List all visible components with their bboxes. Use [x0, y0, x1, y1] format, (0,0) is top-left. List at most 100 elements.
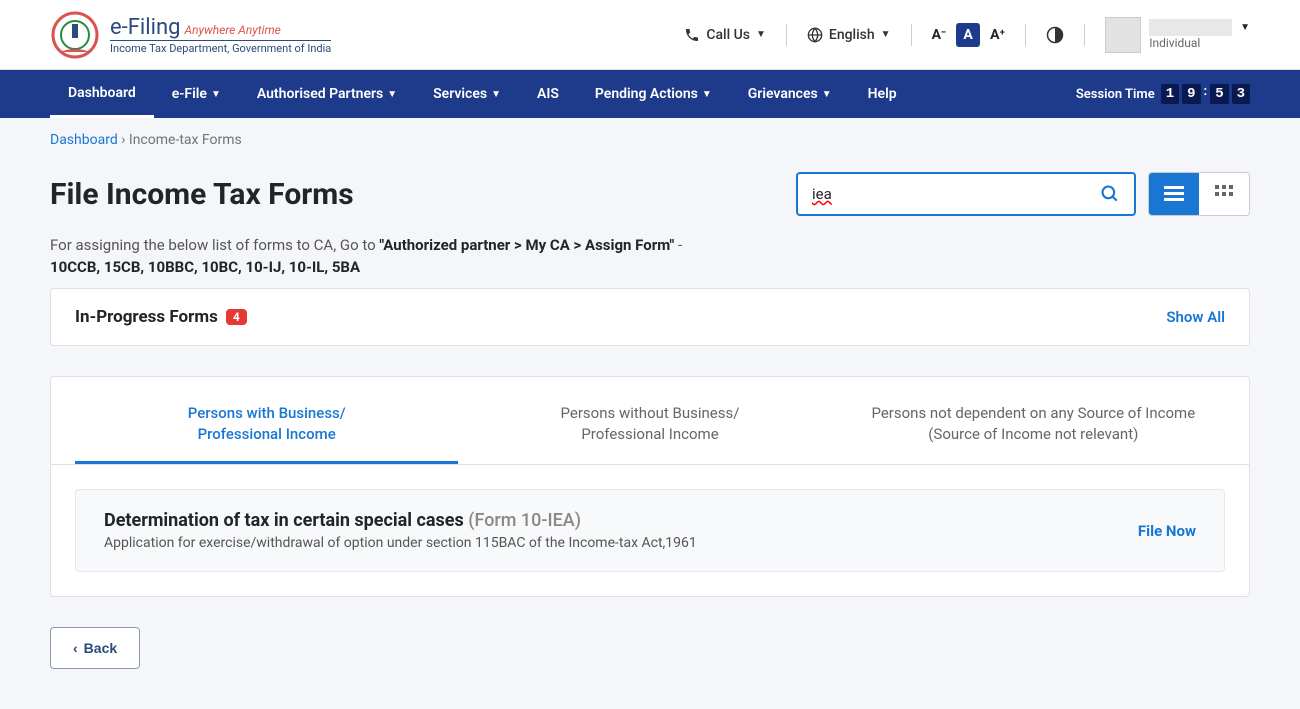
- nav-help[interactable]: Help: [850, 70, 915, 118]
- chevron-down-icon: ▼: [756, 29, 766, 40]
- chevron-down-icon: ▼: [881, 29, 891, 40]
- tab-label-line: Persons not dependent on any Source of I…: [852, 403, 1215, 424]
- main-nav: Dashboard e-File ▼ Authorised Partners ▼ S…: [0, 70, 1300, 118]
- tab-business[interactable]: Persons with Business/ Professional Inco…: [75, 387, 458, 464]
- session-digit: 9: [1182, 84, 1200, 104]
- tab-without-business[interactable]: Persons without Business/ Professional I…: [458, 387, 841, 464]
- nav-grievances[interactable]: Grievances ▼: [730, 70, 850, 118]
- list-view-button[interactable]: [1149, 173, 1199, 215]
- call-us-dropdown[interactable]: Call Us ▼: [684, 27, 766, 43]
- globe-icon: [807, 27, 823, 43]
- session-digit: 5: [1210, 84, 1228, 104]
- back-button[interactable]: ‹ Back: [50, 627, 140, 669]
- view-toggle: [1148, 172, 1250, 216]
- language-label: English: [829, 27, 875, 43]
- breadcrumb-sep: ›: [121, 132, 129, 148]
- inprogress-card: In-Progress Forms 4 Show All: [50, 288, 1250, 346]
- avatar: [1105, 17, 1141, 53]
- forms-card: Persons with Business/ Professional Inco…: [50, 376, 1250, 597]
- page-body: File Income Tax Forms iea For assigning …: [0, 172, 1300, 709]
- call-us-label: Call Us: [706, 27, 750, 43]
- grid-view-button[interactable]: [1199, 173, 1249, 215]
- user-type: Individual: [1149, 36, 1250, 50]
- search-box[interactable]: iea: [796, 172, 1136, 216]
- assign-note-suffix: -: [674, 236, 682, 254]
- list-icon: [1164, 186, 1184, 202]
- session-digit: 1: [1161, 84, 1179, 104]
- nav-label: Services: [433, 86, 487, 102]
- session-time: Session Time 1 9 : 5 3: [1076, 70, 1250, 118]
- inprogress-label: In-Progress Forms: [75, 307, 218, 327]
- nav-authorised-partners[interactable]: Authorised Partners ▼: [239, 70, 415, 118]
- nav-dashboard[interactable]: Dashboard: [50, 70, 154, 118]
- nav-label: e-File: [172, 86, 207, 102]
- inprogress-badge: 4: [226, 309, 247, 325]
- tab-label-line: (Source of Income not relevant): [852, 424, 1215, 445]
- chevron-down-icon: ▼: [822, 89, 832, 100]
- divider: [786, 24, 787, 46]
- form-title-text: Determination of tax in certain special …: [104, 510, 464, 531]
- title-row: File Income Tax Forms iea: [50, 172, 1250, 216]
- brand-text: e-Filing Anywhere Anytime Income Tax Dep…: [110, 15, 331, 55]
- nav-services[interactable]: Services ▼: [415, 70, 519, 118]
- form-codes: 10CCB, 15CB, 10BBC, 10BC, 10-IJ, 10-IL, …: [50, 258, 1250, 276]
- assign-note-prefix: For assigning the below list of forms to…: [50, 236, 379, 254]
- nav-label: Grievances: [748, 86, 818, 102]
- divider: [1025, 24, 1026, 46]
- chevron-down-icon: ▼: [387, 89, 397, 100]
- nav-label: Authorised Partners: [257, 86, 383, 102]
- search-and-view: iea: [796, 172, 1250, 216]
- show-all-link[interactable]: Show All: [1166, 308, 1225, 326]
- search-input-display: iea: [812, 185, 1100, 203]
- chevron-down-icon: ▼: [1240, 22, 1250, 33]
- breadcrumb-current: Income-tax Forms: [129, 132, 242, 148]
- inprogress-label-wrap: In-Progress Forms 4: [75, 307, 247, 327]
- emblem-icon: [50, 10, 100, 60]
- user-menu[interactable]: . ▼ Individual: [1105, 17, 1250, 53]
- nav-label: Pending Actions: [595, 86, 698, 102]
- chevron-down-icon: ▼: [702, 89, 712, 100]
- chevron-down-icon: ▼: [211, 89, 221, 100]
- chevron-left-icon: ‹: [73, 640, 78, 656]
- tab-label-line: Professional Income: [85, 424, 448, 445]
- contrast-icon[interactable]: [1046, 26, 1064, 44]
- font-normal[interactable]: A: [956, 23, 980, 47]
- phone-icon: [684, 27, 700, 43]
- grid-icon: [1215, 185, 1233, 203]
- session-colon: :: [1204, 84, 1208, 104]
- assign-note-bold: "Authorized partner > My CA > Assign For…: [379, 236, 674, 254]
- font-size-controls: A⁻ A A⁺: [932, 23, 1006, 47]
- tab-label-line: Professional Income: [468, 424, 831, 445]
- form-name: (Form 10-IEA): [468, 510, 581, 531]
- nav-efile[interactable]: e-File ▼: [154, 70, 239, 118]
- brand-sub: Income Tax Department, Government of Ind…: [110, 40, 331, 55]
- language-dropdown[interactable]: English ▼: [807, 27, 891, 43]
- session-label: Session Time: [1076, 87, 1155, 102]
- nav-ais[interactable]: AIS: [519, 70, 577, 118]
- form-title: Determination of tax in certain special …: [104, 510, 697, 531]
- session-digit: 3: [1232, 84, 1250, 104]
- divider: [911, 24, 912, 46]
- topbar: e-Filing Anywhere Anytime Income Tax Dep…: [0, 0, 1300, 70]
- tab-no-source[interactable]: Persons not dependent on any Source of I…: [842, 387, 1225, 464]
- brand-efiling: e-Filing: [110, 15, 180, 40]
- tab-label-line: Persons with Business/: [85, 403, 448, 424]
- divider: [1084, 24, 1085, 46]
- font-increase[interactable]: A⁺: [990, 27, 1005, 43]
- form-desc: Application for exercise/withdrawal of o…: [104, 535, 697, 551]
- form-item: Determination of tax in certain special …: [75, 489, 1225, 572]
- breadcrumb: Dashboard › Income-tax Forms: [0, 118, 1300, 162]
- search-icon[interactable]: [1100, 184, 1120, 204]
- page-title: File Income Tax Forms: [50, 177, 354, 212]
- chevron-down-icon: ▼: [491, 89, 501, 100]
- file-now-link[interactable]: File Now: [1138, 522, 1196, 540]
- font-decrease[interactable]: A⁻: [932, 27, 947, 43]
- top-controls: Call Us ▼ English ▼ A⁻ A A⁺ . ▼ Individu…: [684, 17, 1250, 53]
- nav-pending-actions[interactable]: Pending Actions ▼: [577, 70, 730, 118]
- tabs: Persons with Business/ Professional Inco…: [51, 387, 1249, 465]
- logo[interactable]: e-Filing Anywhere Anytime Income Tax Dep…: [50, 10, 331, 60]
- user-pan: .: [1149, 19, 1232, 36]
- breadcrumb-root[interactable]: Dashboard: [50, 132, 118, 148]
- back-label: Back: [84, 640, 117, 656]
- assign-note: For assigning the below list of forms to…: [50, 236, 1250, 254]
